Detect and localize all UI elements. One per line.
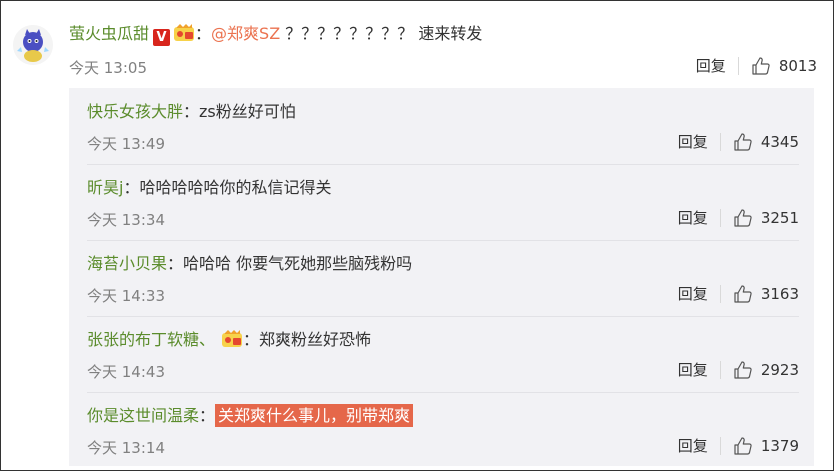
reply-actions: 回复 3251 — [678, 207, 799, 228]
reply-item: 海苔小贝果：哈哈哈 你要气死她那些脑残粉吗 今天 14:33 回复 3163 — [87, 240, 799, 317]
reply-text: zs粉丝好可怕 — [199, 102, 296, 121]
like-count: 2923 — [760, 360, 799, 379]
reply-button[interactable]: 回复 — [678, 359, 708, 380]
reply-actions: 回复 4345 — [678, 131, 799, 152]
mention-link[interactable]: @郑爽SZ — [211, 24, 280, 43]
reply-button[interactable]: 回复 — [678, 435, 708, 456]
reply-item: 你是这世间温柔： 关郑爽什么事儿，别带郑爽 今天 13:14 回复 1379 — [87, 392, 799, 468]
reply-colon: ： — [123, 178, 140, 197]
like-count: 4345 — [760, 132, 799, 151]
reply-username[interactable]: 海苔小贝果 — [87, 254, 167, 273]
reply-time: 今天 13:14 — [87, 439, 165, 457]
divider — [719, 436, 721, 455]
reply-button[interactable]: 回复 — [678, 207, 708, 228]
thumbs-up-icon[interactable] — [751, 56, 771, 76]
main-comment-actions: 回复 8013 — [696, 55, 817, 76]
reply-username[interactable]: 快乐女孩大胖 — [87, 102, 183, 121]
divider — [719, 132, 721, 151]
reply-actions: 回复 2923 — [678, 359, 799, 380]
main-colon: ： — [195, 24, 212, 43]
reply-time: 今天 13:34 — [87, 211, 165, 229]
main-comment-text: ？？？？？？？？ 速来转发 — [280, 24, 483, 43]
like-count: 3163 — [760, 284, 799, 303]
user-avatar[interactable] — [13, 25, 53, 65]
reply-item: 快乐女孩大胖：zs粉丝好可怕 今天 13:49 回复 4345 — [87, 88, 799, 165]
fan-club-badge-icon[interactable] — [173, 24, 195, 42]
fan-club-badge-icon[interactable] — [221, 330, 243, 348]
vip-badge-icon[interactable]: V — [153, 29, 171, 46]
reply-item: 昕昊j：哈哈哈哈哈你的私信记得关 今天 13:34 回复 3251 — [87, 164, 799, 241]
divider — [719, 208, 721, 227]
reply-actions: 回复 1379 — [678, 435, 799, 456]
main-comment-line: 萤火虫瓜甜 V ：@郑爽SZ ？？？？？？？？ 速来转发 — [69, 22, 482, 46]
thumbs-up-icon[interactable] — [733, 360, 753, 380]
reply-time: 今天 14:33 — [87, 287, 165, 305]
reply-text: 哈哈哈哈哈你的私信记得关 — [139, 178, 332, 197]
divider — [719, 284, 721, 303]
replies-section: 快乐女孩大胖：zs粉丝好可怕 今天 13:49 回复 4345 昕昊j：哈哈哈哈… — [69, 88, 814, 466]
reply-button[interactable]: 回复 — [678, 131, 708, 152]
reply-actions: 回复 3163 — [678, 283, 799, 304]
thumbs-up-icon[interactable] — [733, 132, 753, 152]
reply-text: 郑爽粉丝好恐怖 — [259, 330, 372, 349]
reply-time: 今天 14:43 — [87, 363, 165, 381]
like-count: 8013 — [778, 56, 817, 75]
thumbs-up-icon[interactable] — [733, 284, 753, 304]
like-count: 1379 — [760, 436, 799, 455]
reply-colon: ： — [199, 406, 216, 425]
reply-username[interactable]: 昕昊j — [87, 178, 123, 197]
main-username[interactable]: 萤火虫瓜甜 — [69, 24, 149, 43]
like-count: 3251 — [760, 208, 799, 227]
reply-colon: ： — [243, 330, 260, 349]
reply-text: 哈哈哈 你要气死她那些脑残粉吗 — [183, 254, 413, 273]
thumbs-up-icon[interactable] — [733, 208, 753, 228]
reply-username[interactable]: 张张的布丁软糖、 — [87, 330, 215, 349]
comment-panel: 萤火虫瓜甜 V ：@郑爽SZ ？？？？？？？？ 速来转发 今天 13:05 回复 8… — [0, 0, 834, 471]
reply-colon: ： — [167, 254, 184, 273]
reply-text-highlighted: 关郑爽什么事儿，别带郑爽 — [215, 404, 414, 427]
main-comment-time: 今天 13:05 — [69, 59, 147, 77]
thumbs-up-icon[interactable] — [733, 436, 753, 456]
divider — [737, 56, 739, 75]
divider — [719, 360, 721, 379]
reply-button[interactable]: 回复 — [696, 55, 726, 76]
reply-item: 张张的布丁软糖、 ：郑爽粉丝好恐怖 今天 14:43 回复 2923 — [87, 316, 799, 393]
reply-button[interactable]: 回复 — [678, 283, 708, 304]
reply-time: 今天 13:49 — [87, 135, 165, 153]
reply-colon: ： — [183, 102, 200, 121]
reply-username[interactable]: 你是这世间温柔 — [87, 406, 199, 425]
